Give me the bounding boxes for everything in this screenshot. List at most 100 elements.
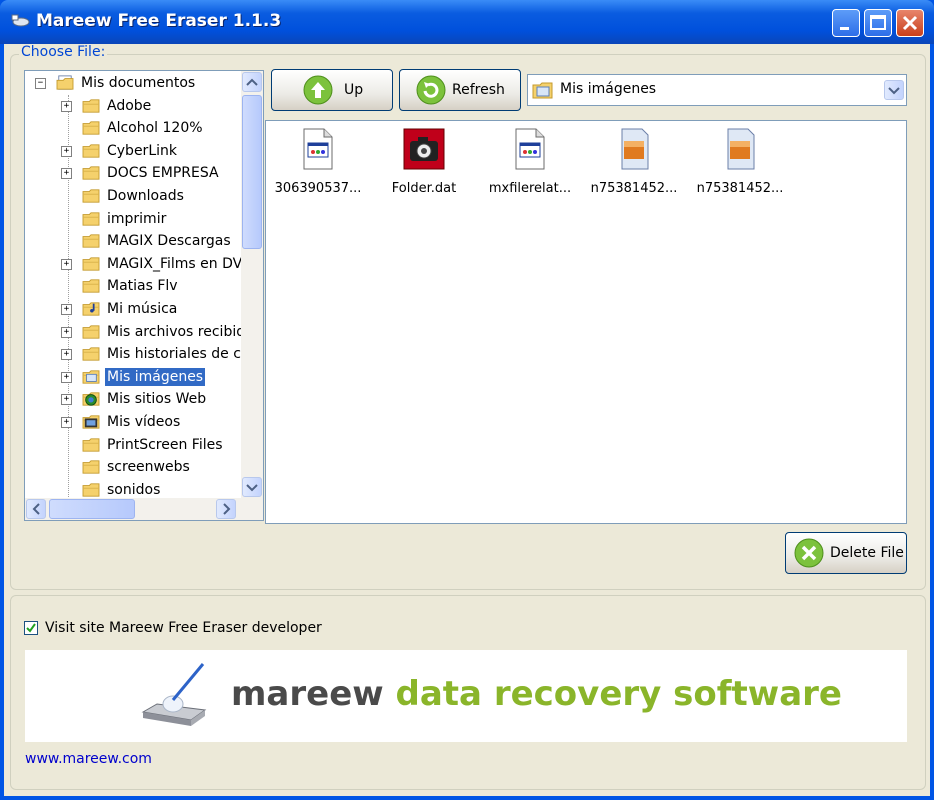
expand-icon[interactable]: +	[61, 394, 72, 406]
folder-icon	[82, 98, 100, 113]
collapse-icon[interactable]: −	[35, 78, 46, 89]
document-icon	[303, 128, 333, 170]
tree-item[interactable]: MAGIX Descargas	[25, 231, 241, 253]
visit-site-label[interactable]: Visit site Mareew Free Eraser developer	[45, 620, 322, 636]
refresh-icon	[416, 75, 446, 105]
expand-icon[interactable]: +	[61, 417, 72, 428]
music-folder-icon	[82, 302, 100, 316]
location-value: Mis imágenes	[560, 81, 657, 97]
expand-icon[interactable]: +	[61, 349, 72, 361]
tree-item[interactable]: Downloads	[25, 186, 241, 208]
maximize-button[interactable]	[864, 9, 892, 37]
file-name: 306390537...	[274, 181, 362, 196]
scroll-left-button[interactable]	[26, 499, 46, 519]
expand-icon[interactable]: +	[61, 168, 72, 180]
tree-scroll-thumb[interactable]	[242, 95, 262, 249]
refresh-button[interactable]: Refresh	[399, 69, 521, 111]
folder-icon	[82, 144, 100, 158]
banner-tagline: data recovery software	[395, 674, 842, 714]
up-arrow-icon	[303, 75, 333, 105]
tree-item-label: Mis documentos	[81, 75, 196, 91]
tree-item-label: DOCS EMPRESA	[107, 165, 219, 182]
tree-item-label: Alcohol 120%	[107, 120, 203, 137]
tree-item[interactable]: Alcohol 120%	[25, 118, 241, 140]
folder-icon	[82, 166, 100, 181]
location-dropdown[interactable]: Mis imágenes	[527, 74, 907, 106]
folder-icon	[82, 257, 100, 271]
tree-hscroll-thumb[interactable]	[49, 499, 135, 519]
tree-item[interactable]: sonidos	[25, 480, 241, 499]
tree-item-label: MAGIX_Films en DV	[107, 255, 241, 272]
checkmark-icon	[26, 623, 36, 633]
pictures-folder-icon	[82, 370, 100, 384]
chevron-down-icon	[888, 87, 900, 95]
image-file-icon	[621, 128, 649, 170]
expand-icon[interactable]: +	[61, 371, 72, 383]
tree-item-label: imprimir	[107, 210, 167, 227]
tree-item-label: Mis imágenes	[105, 367, 206, 386]
file-item[interactable]: 306390537...	[268, 125, 368, 205]
file-item[interactable]: n75381452...	[584, 125, 684, 205]
tree-item[interactable]: + Mis archivos recibid	[25, 322, 241, 344]
file-list[interactable]: 306390537... Folder.dat mxfilerelat... n753…	[265, 120, 907, 524]
scroll-right-button[interactable]	[216, 499, 236, 519]
visit-site-checkbox[interactable]	[24, 621, 38, 635]
up-button-label: Up	[344, 82, 364, 98]
tree-item[interactable]: + Mis historiales de c	[25, 344, 241, 366]
image-file-icon	[727, 128, 755, 170]
tree-item[interactable]: screenwebs	[25, 457, 241, 479]
tree-item-label: Mis vídeos	[107, 414, 181, 430]
delete-file-button[interactable]: Delete File	[785, 532, 907, 574]
minimize-icon	[840, 27, 849, 30]
folder-icon	[82, 234, 100, 248]
tree-item-label: Mis sitios Web	[107, 391, 207, 408]
tree-horizontal-scrollbar[interactable]	[25, 498, 263, 520]
mareew-banner[interactable]: mareew data recovery software	[25, 650, 907, 742]
up-button[interactable]: Up	[271, 69, 393, 111]
tree-vertical-scrollbar[interactable]	[241, 71, 263, 499]
tree-item[interactable]: + DOCS EMPRESA	[25, 163, 241, 185]
tree-item[interactable]: Matias Flv	[25, 276, 241, 298]
folder-icon	[82, 121, 100, 135]
mareew-link[interactable]: www.mareew.com	[25, 751, 152, 767]
tree-item[interactable]: + Mis vídeos	[25, 412, 241, 434]
scroll-up-button[interactable]	[242, 72, 262, 92]
folder-icon	[82, 347, 100, 361]
refresh-button-label: Refresh	[452, 82, 505, 98]
expand-icon[interactable]: +	[61, 100, 72, 112]
tree-item[interactable]: + MAGIX_Films en DV	[25, 254, 241, 276]
tree-item[interactable]: + Adobe	[25, 96, 241, 118]
minimize-button[interactable]	[832, 9, 860, 37]
folder-icon	[82, 211, 100, 226]
pictures-folder-icon	[532, 82, 553, 99]
file-item[interactable]: mxfilerelat...	[480, 125, 580, 205]
scroll-down-button[interactable]	[242, 477, 262, 497]
tree-item-label: CyberLink	[107, 142, 177, 159]
expand-icon[interactable]: +	[61, 326, 72, 338]
scroll-right-arrow-icon	[223, 503, 231, 515]
choose-file-label: Choose File:	[19, 44, 108, 60]
tree-item[interactable]: PrintScreen Files	[25, 435, 241, 457]
file-item[interactable]: Folder.dat	[374, 125, 474, 205]
expand-icon[interactable]: +	[61, 258, 72, 270]
close-button[interactable]	[896, 9, 924, 37]
web-folder-icon	[82, 392, 100, 407]
tree-item[interactable]: + CyberLink	[25, 141, 241, 163]
tree-item-label: Mi música	[107, 301, 178, 317]
app-icon	[11, 14, 30, 27]
folder-tree[interactable]: − Mis documentos + Adobe Alcohol 120% + CyberL…	[24, 70, 264, 521]
tree-item[interactable]: − Mis documentos	[25, 73, 241, 95]
tree-item[interactable]: + Mis sitios Web	[25, 389, 241, 411]
delete-icon	[794, 538, 824, 568]
file-item[interactable]: n75381452...	[690, 125, 790, 205]
expand-icon[interactable]: +	[61, 145, 72, 157]
tree-item[interactable]: imprimir	[25, 209, 241, 231]
tree-item[interactable]: + Mi música	[25, 299, 241, 321]
tree-item[interactable]: + Mis imágenes	[25, 367, 241, 389]
title-bar[interactable]: Mareew Free Eraser 1.1.3	[0, 0, 934, 44]
expand-icon[interactable]: +	[61, 304, 72, 315]
tree-item-label: Matias Flv	[107, 278, 178, 295]
dropdown-toggle[interactable]	[884, 80, 904, 100]
tree-item-label: sonidos	[107, 481, 161, 498]
maximize-icon	[870, 15, 886, 30]
